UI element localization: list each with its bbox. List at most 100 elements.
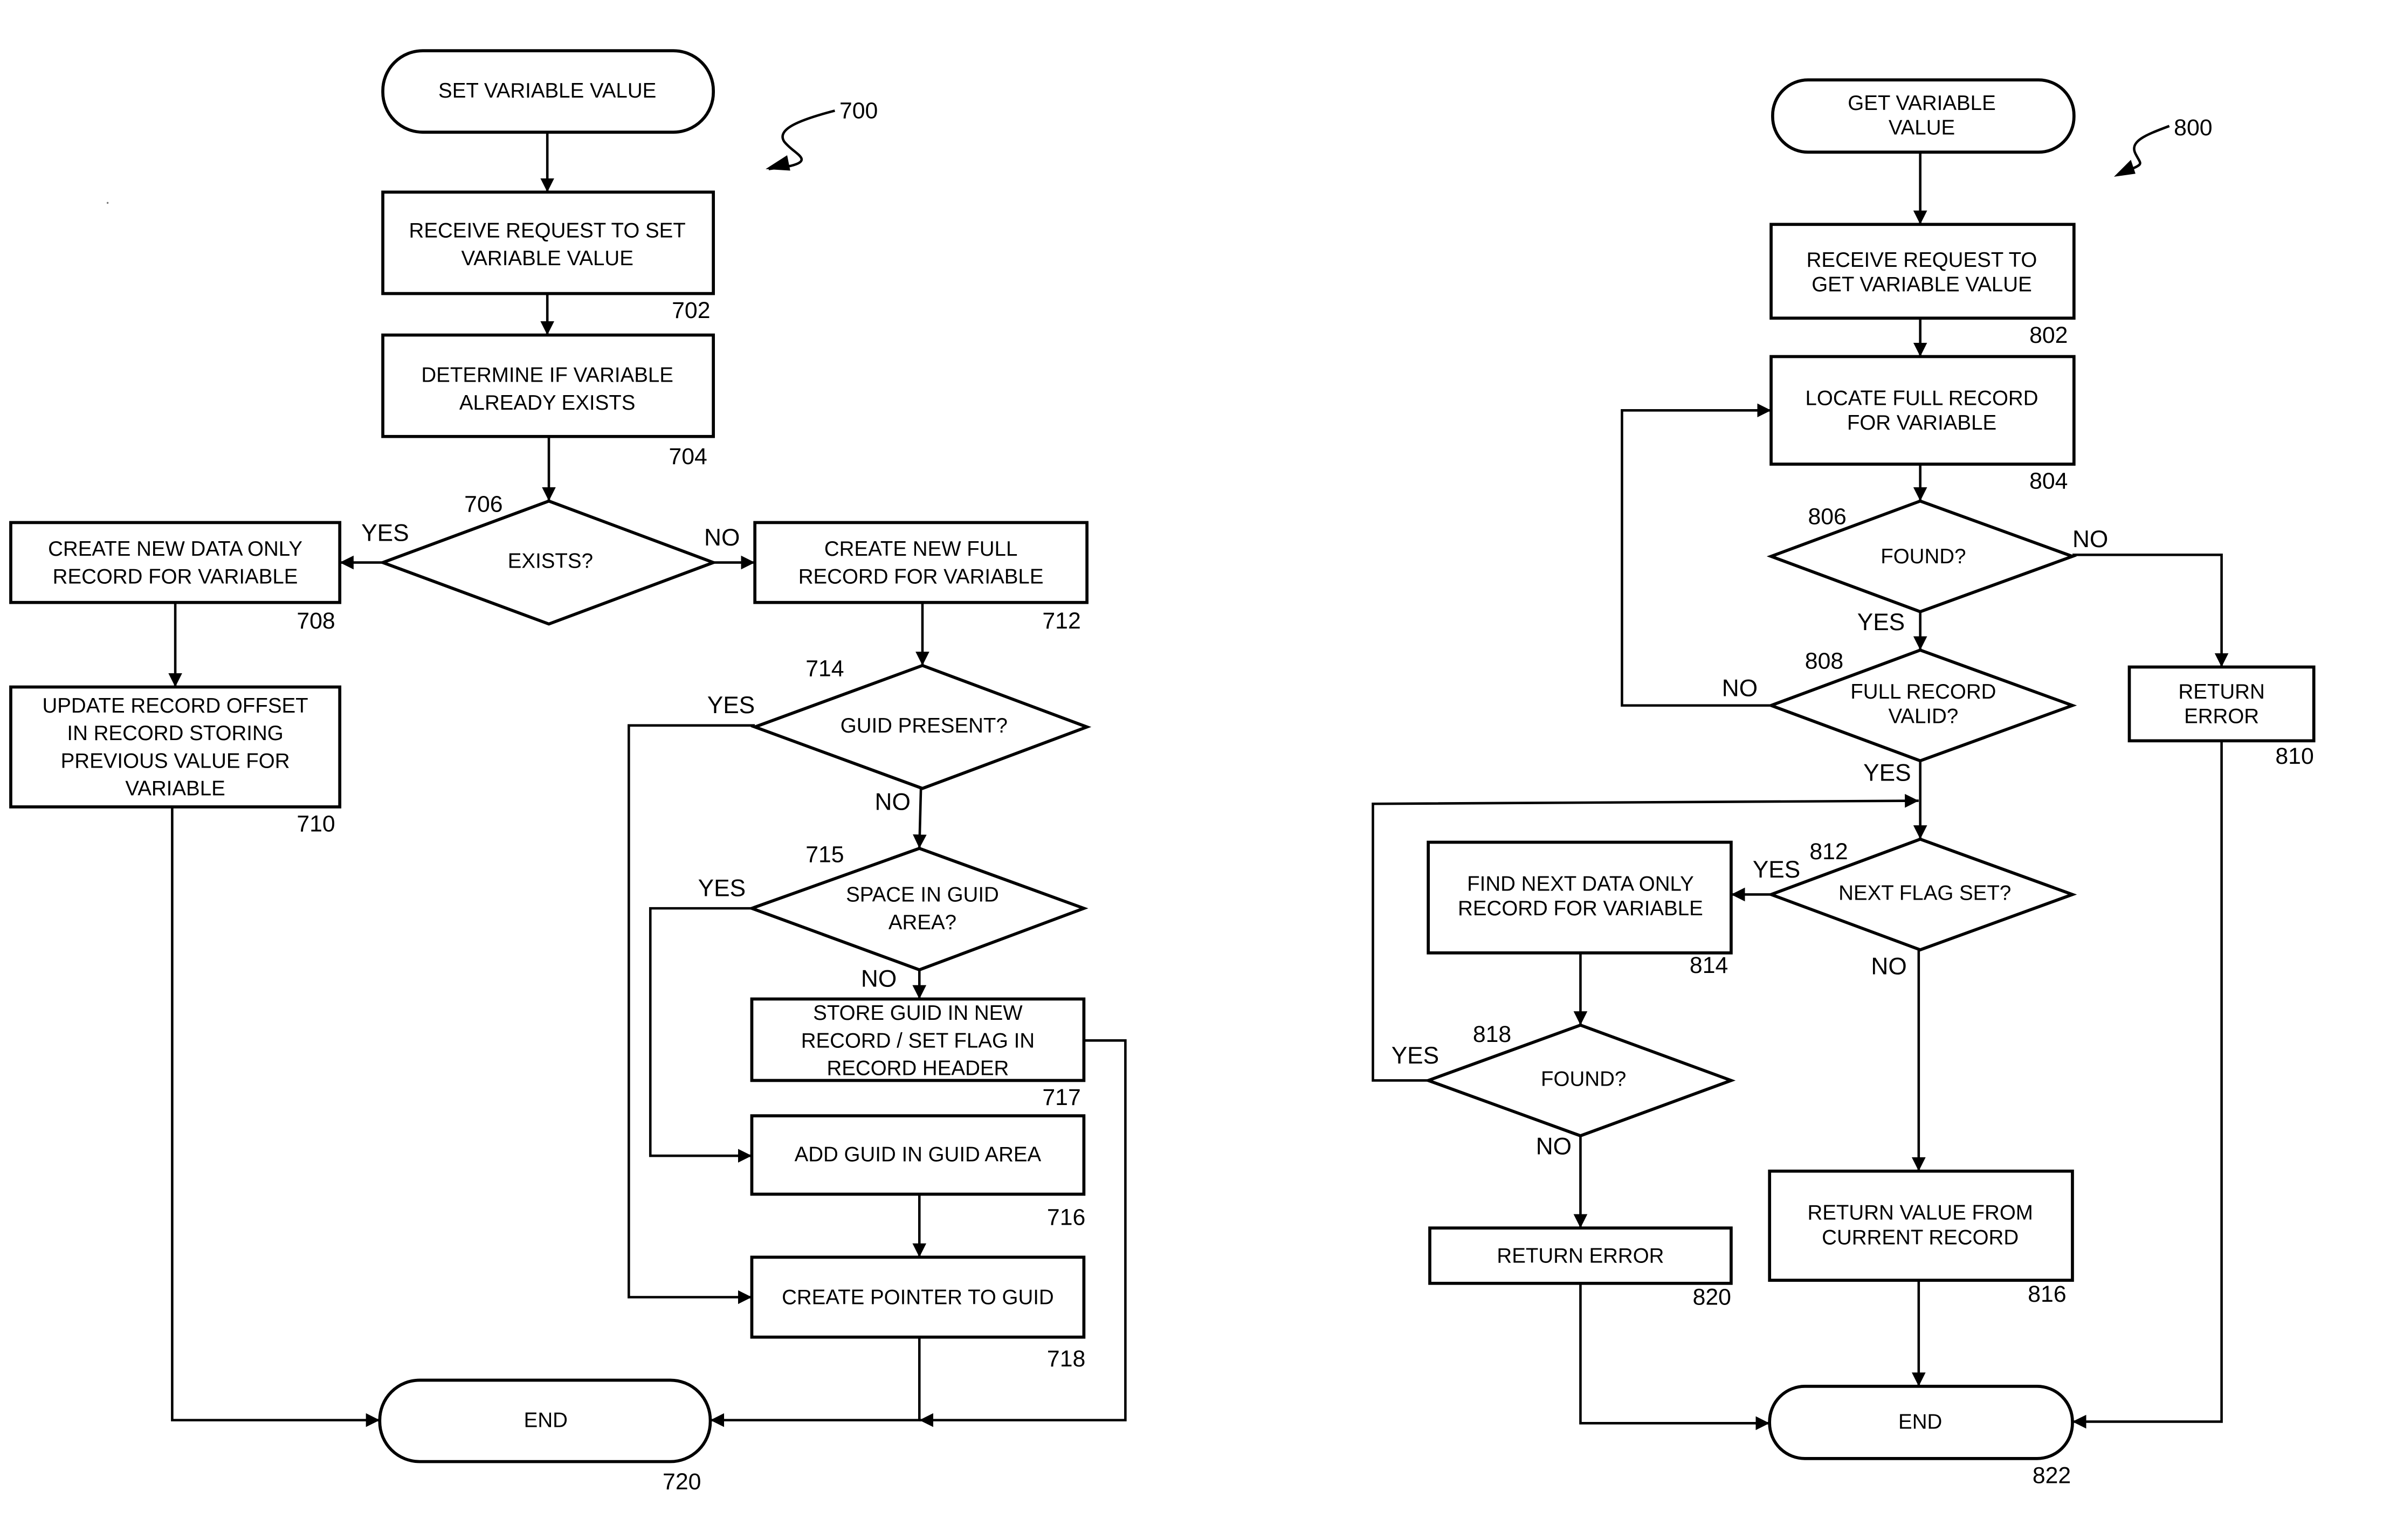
node-text: FOUND? — [1541, 1068, 1626, 1091]
node-start-set-variable-value[interactable]: SET VARIABLE VALUE — [381, 49, 715, 134]
node-ref: 808 — [1805, 648, 1843, 674]
edge-808-no-804 — [1621, 403, 1772, 707]
node-text: VALID? — [1888, 705, 1958, 728]
figure-ref-800: 800 — [2113, 115, 2213, 177]
node-808-full-record-valid-decision[interactable]: FULL RECORD VALID? 808 — [1766, 648, 2077, 763]
edge-806-no-810 — [2072, 554, 2229, 667]
node-715-space-in-guid-area-decision[interactable]: SPACE IN GUID AREA? 715 — [747, 842, 1089, 972]
edge-714-yes-718 — [628, 724, 755, 1304]
node-text: FIND NEXT DATA ONLY — [1467, 873, 1694, 896]
edge-710-end — [171, 806, 380, 1427]
branch-label-714-no: NO — [875, 789, 911, 816]
figure-ref-arrow-icon — [766, 155, 790, 171]
node-text: AREA? — [889, 911, 956, 934]
node-text: FULL RECORD — [1850, 680, 1996, 703]
edge-810-end — [2072, 741, 2223, 1429]
node-ref: 812 — [1809, 839, 1848, 865]
node-text: PREVIOUS VALUE FOR — [61, 749, 290, 772]
branch-label-812-yes: YES — [1753, 857, 1800, 883]
node-text: ALREADY EXISTS — [459, 391, 636, 415]
branch-label-706-yes: YES — [361, 520, 409, 547]
node-text: ADD GUID IN GUID AREA — [795, 1143, 1042, 1166]
node-720-end[interactable]: END 720 — [378, 1378, 712, 1495]
node-ref: 820 — [1693, 1285, 1731, 1310]
node-806-found-decision[interactable]: FOUND? 806 — [1766, 499, 2077, 613]
node-ref: 714 — [805, 656, 844, 682]
branch-label-706-no: NO — [704, 524, 740, 551]
node-text: FOUND? — [1881, 545, 1966, 568]
node-text: END — [1898, 1410, 1942, 1433]
node-ref: 712 — [1042, 608, 1080, 634]
node-712-create-full-record[interactable]: CREATE NEW FULL RECORD FOR VARIABLE 712 — [753, 521, 1089, 634]
node-text: SPACE IN GUID — [846, 883, 999, 906]
branch-label-812-no: NO — [1871, 954, 1906, 980]
node-802-receive-request[interactable]: RECEIVE REQUEST TO GET VARIABLE VALUE 80… — [1769, 223, 2076, 348]
node-text: SET VARIABLE VALUE — [438, 79, 656, 102]
node-text: RETURN — [2178, 680, 2264, 703]
node-ref: 708 — [297, 608, 335, 634]
node-text: DETERMINE IF VARIABLE — [421, 364, 673, 387]
node-816-return-value-current-record[interactable]: RETURN VALUE FROM CURRENT RECORD 816 — [1768, 1169, 2074, 1307]
node-text: GUID PRESENT? — [841, 714, 1008, 737]
figure-ref-arrow-icon — [2113, 160, 2136, 177]
edge-820-end — [1579, 1283, 1770, 1431]
node-717-store-guid-set-flag[interactable]: STORE GUID IN NEW RECORD / SET FLAG IN R… — [750, 997, 1086, 1110]
node-text: RECORD HEADER — [827, 1057, 1009, 1080]
branch-label-818-no: NO — [1536, 1133, 1572, 1159]
flowchart-800: 800 GET VARIABLE VALUE RECEIVE REQUEST T… — [1372, 78, 2316, 1489]
node-ref: 716 — [1047, 1204, 1085, 1230]
node-ref: 710 — [297, 811, 335, 837]
node-text: RETURN VALUE FROM — [1807, 1201, 2033, 1225]
node-ref: 720 — [663, 1469, 701, 1495]
node-ref: 715 — [805, 842, 844, 868]
node-ref: 816 — [2028, 1281, 2066, 1307]
node-ref: 818 — [1473, 1021, 1511, 1047]
node-text: VALUE — [1889, 116, 1955, 140]
node-706-exists-decision[interactable]: EXISTS? 706 — [378, 491, 718, 626]
node-text: RECORD FOR VARIABLE — [53, 565, 298, 588]
edge-714-no-715 — [913, 788, 927, 848]
node-ref: 810 — [2275, 743, 2313, 769]
node-text: LOCATE FULL RECORD — [1806, 387, 2038, 410]
node-text: RECORD / SET FLAG IN — [801, 1029, 1035, 1052]
figure-ref-700: 700 — [766, 98, 878, 171]
node-text: RECEIVE REQUEST TO — [1807, 248, 2037, 272]
node-text: FOR VARIABLE — [1847, 411, 1996, 434]
edge-717-end — [919, 1039, 1127, 1427]
node-ref: 702 — [672, 298, 710, 323]
node-ref: 706 — [464, 491, 502, 517]
branch-label-818-yes: YES — [1392, 1042, 1439, 1069]
figure-ref-label: 700 — [839, 98, 878, 124]
branch-label-714-yes: YES — [707, 692, 755, 719]
node-804-locate-full-record[interactable]: LOCATE FULL RECORD FOR VARIABLE 804 — [1769, 355, 2076, 494]
node-812-next-flag-set-decision[interactable]: NEXT FLAG SET? 812 — [1766, 837, 2077, 952]
node-822-end[interactable]: END 822 — [1768, 1385, 2074, 1489]
node-ref: 704 — [669, 444, 707, 469]
node-714-guid-present-decision[interactable]: GUID PRESENT? 714 — [750, 656, 1092, 790]
node-ref: 822 — [2033, 1463, 2071, 1489]
node-818-found-decision[interactable]: FOUND? 818 — [1423, 1021, 1736, 1138]
node-text: ERROR — [2184, 705, 2259, 728]
branch-label-808-yes: YES — [1863, 759, 1911, 786]
branch-label-808-no: NO — [1722, 675, 1758, 702]
node-text: NEXT FLAG SET? — [1838, 882, 2011, 905]
node-text: GET VARIABLE — [1848, 92, 1995, 115]
node-710-update-record-offset[interactable]: UPDATE RECORD OFFSET IN RECORD STORING P… — [9, 685, 342, 837]
edge-715-yes-716 — [649, 907, 752, 1163]
flowcharts-canvas: 700 SET VARIABLE VALUE RECEIVE REQUEST T… — [9, 49, 2316, 1495]
node-text: UPDATE RECORD OFFSET — [42, 694, 308, 717]
branch-label-806-no: NO — [2072, 526, 2108, 553]
node-text: END — [524, 1409, 568, 1432]
branch-label-715-yes: YES — [698, 875, 746, 901]
node-text: CREATE NEW DATA ONLY — [48, 537, 302, 561]
scan-speck — [106, 202, 109, 204]
node-start-get-variable-value[interactable]: GET VARIABLE VALUE — [1771, 78, 2076, 154]
node-text: CREATE NEW FULL — [824, 537, 1018, 561]
node-ref: 717 — [1042, 1085, 1080, 1110]
flowchart-700: 700 SET VARIABLE VALUE RECEIVE REQUEST T… — [9, 49, 1127, 1495]
node-text: RECORD FOR VARIABLE — [798, 565, 1044, 588]
branch-label-715-no: NO — [861, 966, 897, 992]
node-ref: 806 — [1808, 503, 1846, 529]
node-text: GET VARIABLE VALUE — [1812, 273, 2032, 296]
node-text: EXISTS? — [508, 550, 593, 573]
